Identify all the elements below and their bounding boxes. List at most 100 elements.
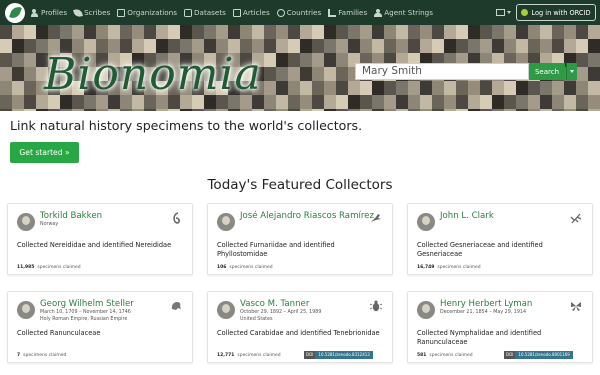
mosaic-photo [576,53,588,67]
mosaic-photo [576,67,588,81]
mosaic-photo [480,81,492,95]
collector-card[interactable]: Vasco M. Tanner October 29, 1892 – April… [207,291,393,363]
mosaic-photo [516,39,528,53]
mosaic-photo [588,95,600,109]
countries-icon [276,8,285,17]
collector-card[interactable]: Torkild Bakken Norway Collected Nereidid… [7,203,193,275]
mosaic-photo [420,109,432,111]
mosaic-photo [108,109,120,111]
mosaic-photo [312,39,324,53]
mosaic-photo [324,109,336,111]
mosaic-photo [588,67,600,81]
get-started-button[interactable]: Get started » [10,142,79,163]
mosaic-photo [480,25,492,39]
tagline: Link natural history specimens to the wo… [10,118,363,133]
collector-card[interactable]: John L. Clark Collected Gesneriaceae and… [407,203,593,275]
nav-datasets[interactable]: Datasets [184,8,226,17]
mosaic-photo [276,81,288,95]
mosaic-photo [420,25,432,39]
mosaic-photo [288,39,300,53]
collector-name[interactable]: John L. Clark [440,211,494,221]
mosaic-photo [72,25,84,39]
nav-scribes[interactable]: Scribes [73,7,110,18]
hero-banner: Bionomia Mary Smith Search [0,25,600,111]
mosaic-photo [300,25,312,39]
mosaic-photo [252,109,264,111]
mosaic-photo [276,67,288,81]
chevron-down-icon[interactable] [507,11,511,14]
specimens-claimed: 106 specimens claimed [217,265,273,270]
nav-profiles[interactable]: Profiles [31,8,67,17]
mosaic-photo [300,39,312,53]
nav-articles[interactable]: Articles [232,8,270,17]
scribes-icon [73,7,83,18]
collector-name[interactable]: José Alejandro Riascos Ramírez [240,211,374,221]
doi-badge[interactable]: DOI 10.5281/zenodo.8312413 [304,351,373,359]
mosaic-photo [576,81,588,95]
mosaic-photo [60,25,72,39]
mosaic-photo [564,81,576,95]
mosaic-photo [492,95,504,109]
nav-countries[interactable]: Countries [276,8,321,17]
specimens-claimed: 12,771 specimens claimed [217,353,281,358]
mosaic-photo [552,81,564,95]
mosaic-photo [336,25,348,39]
bionomia-logo-icon[interactable] [5,2,25,23]
beetle-icon [369,300,383,312]
specimens-claimed: 11,985 specimens claimed [17,265,81,270]
mosaic-photo [348,25,360,39]
mosaic-photo [264,95,276,109]
search-input[interactable]: Mary Smith [355,63,529,80]
collector-name[interactable]: Henry Herbert Lyman [440,299,532,309]
specimens-claimed: 16,749 specimens claimed [417,265,481,270]
search-button[interactable]: Search [529,63,565,80]
mosaic-photo [384,39,396,53]
mosaic-photo [564,39,576,53]
main-nav: Profiles Scribes Organizations Datasets … [31,0,440,25]
mosaic-photo [12,53,24,67]
search-options-dropdown[interactable] [566,63,577,80]
nav-organizations[interactable]: Organizations [117,8,177,17]
mosaic-photo [288,25,300,39]
collector-card[interactable]: Georg Wilhelm Steller March 10, 1709 – N… [7,291,193,363]
mosaic-photo [528,25,540,39]
nav-agent-strings[interactable]: Agent Strings [374,8,433,17]
mosaic-photo [324,81,336,95]
mosaic-photo [336,53,348,67]
mosaic-photo [456,109,468,111]
language-flag-icon[interactable] [496,9,505,16]
mosaic-photo [480,95,492,109]
mosaic-photo [336,81,348,95]
mosaic-photo [24,39,36,53]
nav-families[interactable]: Families [328,8,367,17]
collector-name[interactable]: Torkild Bakken [40,211,102,221]
mosaic-photo [516,25,528,39]
mosaic-photo [540,25,552,39]
collector-name[interactable]: Vasco M. Tanner [240,299,309,309]
mosaic-photo [504,109,516,111]
mosaic-photo [480,39,492,53]
mosaic-photo [432,25,444,39]
collector-description: Collected Gesneriaceae and identified Ge… [417,241,543,258]
mosaic-photo [408,109,420,111]
mosaic-photo [24,95,36,109]
collector-name[interactable]: Georg Wilhelm Steller [40,299,134,309]
mosaic-photo [12,67,24,81]
mosaic-photo [96,25,108,39]
login-orcid-button[interactable]: Log in with ORCID [516,4,596,21]
mosaic-photo [84,109,96,111]
mosaic-photo [72,109,84,111]
mosaic-photo [48,25,60,39]
mosaic-photo [468,109,480,111]
mosaic-photo [12,25,24,39]
mosaic-photo [564,95,576,109]
mosaic-photo [540,95,552,109]
mosaic-photo [120,25,132,39]
collector-card[interactable]: Henry Herbert Lyman December 21, 1854 – … [407,291,593,363]
mosaic-photo [552,25,564,39]
mosaic-photo [156,109,168,111]
mosaic-photo [312,81,324,95]
doi-badge[interactable]: DOI 10.5281/zenodo.8001169 [504,351,573,359]
mosaic-photo [540,109,552,111]
collector-card[interactable]: José Alejandro Riascos Ramírez Collected… [207,203,393,275]
